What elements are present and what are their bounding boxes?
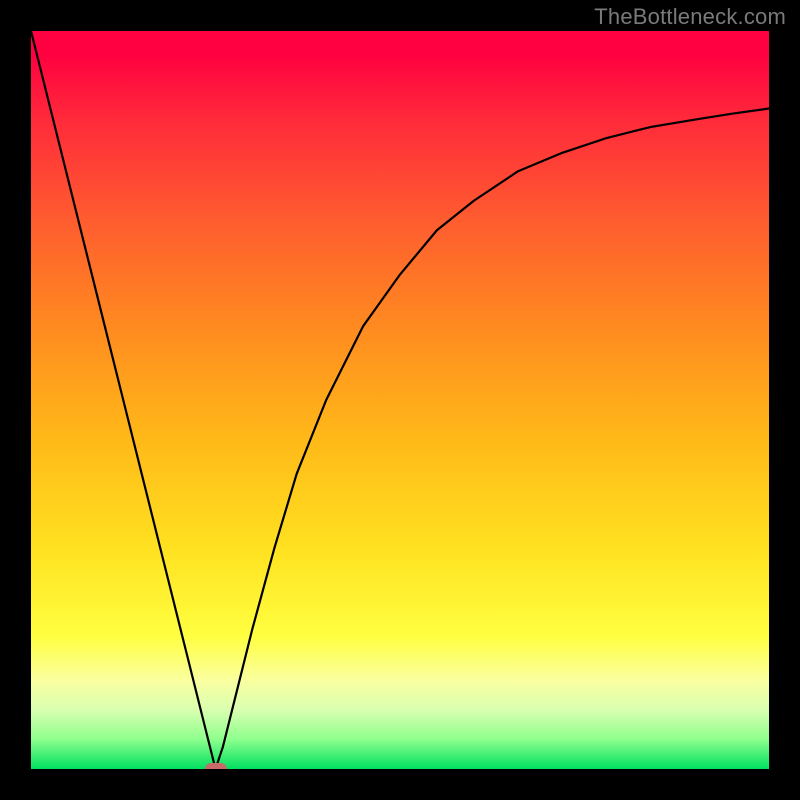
- minimum-marker: [205, 763, 227, 769]
- plot-area: [31, 31, 769, 769]
- bottleneck-curve: [31, 31, 769, 769]
- chart-frame: TheBottleneck.com: [0, 0, 800, 800]
- watermark-text: TheBottleneck.com: [594, 4, 786, 30]
